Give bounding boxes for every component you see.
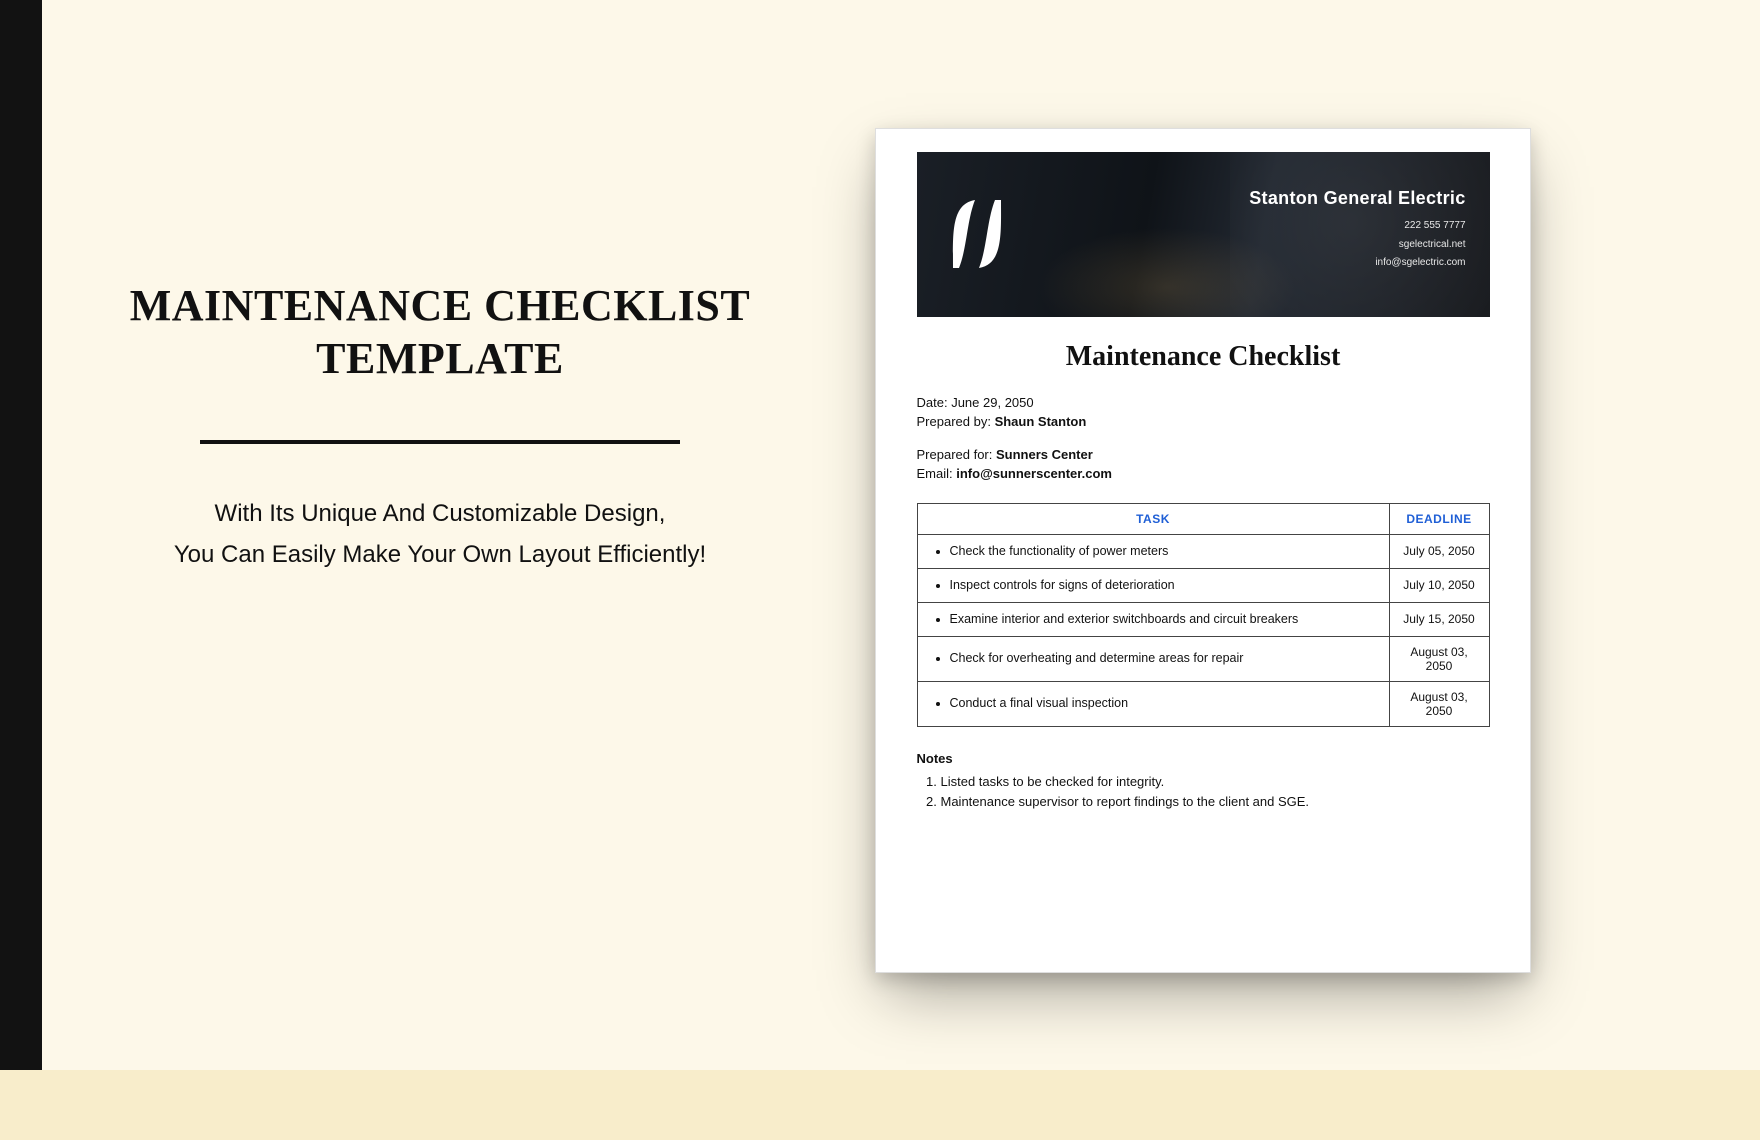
subtitle-line2: You Can Easily Make Your Own Layout Effi… <box>80 535 800 576</box>
tasks-header-task: TASK <box>917 504 1389 535</box>
document-hero: Stanton General Electric 222 555 7777 sg… <box>917 152 1490 317</box>
meta-prepared-by-label: Prepared by: <box>917 414 991 429</box>
title-divider <box>200 440 680 444</box>
bottom-accent-band <box>0 1070 1760 1140</box>
meta-prepared-for: Prepared for: Sunners Center <box>917 447 1490 462</box>
tasks-table: TASK DEADLINE Check the functionality of… <box>917 503 1490 727</box>
notes-block: Notes Listed tasks to be checked for int… <box>917 751 1490 814</box>
list-item: Listed tasks to be checked for integrity… <box>941 772 1490 793</box>
meta-email-label: Email: <box>917 466 953 481</box>
table-row: Examine interior and exterior switchboar… <box>917 602 1489 636</box>
task-cell: Examine interior and exterior switchboar… <box>950 611 1379 628</box>
meta-prepared-by-value: Shaun Stanton <box>995 414 1087 429</box>
deadline-cell: August 03, 2050 <box>1389 636 1489 681</box>
page-title-line1: MAINTENANCE CHECKLIST <box>80 280 800 331</box>
meta-date: Date: June 29, 2050 <box>917 395 1490 410</box>
meta-date-label: Date: <box>917 395 948 410</box>
table-row: Conduct a final visual inspection August… <box>917 681 1489 726</box>
meta-email-value: info@sunnerscenter.com <box>956 466 1112 481</box>
list-item: Maintenance supervisor to report finding… <box>941 792 1490 813</box>
company-phone: 222 555 7777 <box>1236 217 1466 236</box>
tasks-header-deadline: DEADLINE <box>1389 504 1489 535</box>
company-name: Stanton General Electric <box>1236 188 1466 209</box>
company-info: Stanton General Electric 222 555 7777 sg… <box>1236 188 1466 273</box>
meta-prepared-by: Prepared by: Shaun Stanton <box>917 414 1490 429</box>
meta-email: Email: info@sunnerscenter.com <box>917 466 1490 481</box>
table-row: Inspect controls for signs of deteriorat… <box>917 568 1489 602</box>
deadline-cell: August 03, 2050 <box>1389 681 1489 726</box>
notes-heading: Notes <box>917 751 1490 766</box>
company-logo-icon <box>947 194 1007 274</box>
meta-date-value: June 29, 2050 <box>951 395 1033 410</box>
deadline-cell: July 10, 2050 <box>1389 568 1489 602</box>
subtitle-line1: With Its Unique And Customizable Design, <box>80 494 800 535</box>
document-title: Maintenance Checklist <box>917 341 1490 373</box>
document-preview: Stanton General Electric 222 555 7777 sg… <box>875 128 1531 973</box>
task-cell: Check for overheating and determine area… <box>950 650 1379 667</box>
table-row: Check for overheating and determine area… <box>917 636 1489 681</box>
page-title-line2: TEMPLATE <box>80 333 800 384</box>
table-row: Check the functionality of power meters … <box>917 535 1489 569</box>
deadline-cell: July 15, 2050 <box>1389 602 1489 636</box>
meta-prepared-for-label: Prepared for: <box>917 447 993 462</box>
task-cell: Inspect controls for signs of deteriorat… <box>950 577 1379 594</box>
company-website: sgelectrical.net <box>1236 236 1466 255</box>
task-cell: Check the functionality of power meters <box>950 543 1379 560</box>
document-body: Maintenance Checklist Date: June 29, 205… <box>917 341 1490 813</box>
deadline-cell: July 05, 2050 <box>1389 535 1489 569</box>
canvas: MAINTENANCE CHECKLIST TEMPLATE With Its … <box>0 0 1760 1140</box>
left-accent-bar <box>0 0 42 1080</box>
task-cell: Conduct a final visual inspection <box>950 695 1379 712</box>
headline-block: MAINTENANCE CHECKLIST TEMPLATE With Its … <box>80 280 800 576</box>
meta-prepared-for-value: Sunners Center <box>996 447 1093 462</box>
notes-list: Listed tasks to be checked for integrity… <box>917 772 1490 814</box>
company-email: info@sgelectric.com <box>1236 254 1466 273</box>
